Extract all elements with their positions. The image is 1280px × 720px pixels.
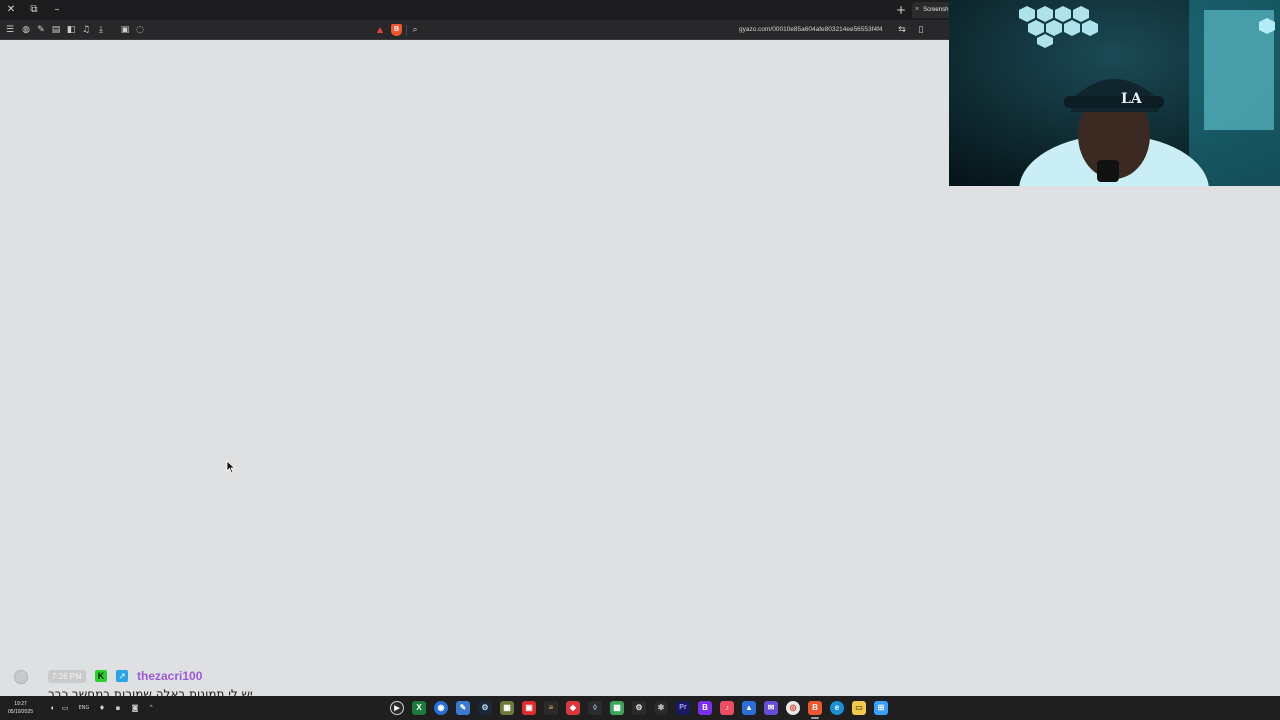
chrome-icon[interactable]: ◎ <box>786 701 800 715</box>
notes-icon[interactable]: ≡ <box>544 701 558 715</box>
warning-icon[interactable]: ▲ <box>375 24 385 36</box>
teams-icon[interactable]: ▩ <box>610 701 624 715</box>
file-explorer-icon[interactable]: ▭ <box>852 701 866 715</box>
tab-title: Screensh <box>923 7 949 13</box>
mail-icon[interactable]: ✉ <box>764 701 778 715</box>
chat-message: 7:26 PM K ↗ thezacri100 <box>12 668 272 686</box>
shield-icon[interactable]: ◍ <box>20 24 32 36</box>
music-icon[interactable]: ♫ <box>80 24 92 36</box>
download-icon[interactable]: ⤓ <box>95 24 107 36</box>
brave-shield-icon[interactable]: B <box>391 24 402 36</box>
search-icon[interactable]: ⌕ <box>409 24 421 36</box>
active-tab[interactable]: × Screensh <box>912 2 952 18</box>
chatgpt-icon[interactable]: ✲ <box>654 701 668 715</box>
purple-app-icon[interactable]: B <box>698 701 712 715</box>
close-tab-icon[interactable]: × <box>915 6 919 13</box>
brave-icon[interactable]: B <box>808 701 822 715</box>
mic-icon[interactable]: ♦ <box>97 703 107 713</box>
tray-expand-icon[interactable]: ⌃ <box>146 703 156 713</box>
video-icon[interactable]: ▣ <box>522 701 536 715</box>
chat-timestamp: 7:26 PM <box>48 670 86 683</box>
volume-icon[interactable]: 🔈︎ <box>48 703 58 713</box>
premiere-icon[interactable]: Pr <box>676 701 690 715</box>
excel-icon[interactable]: X <box>412 701 426 715</box>
settings-gear-icon[interactable]: ⚙ <box>632 701 646 715</box>
minimize-window-icon[interactable]: – <box>50 3 64 17</box>
music-app-icon[interactable]: ♪ <box>720 701 734 715</box>
tray-app-icon[interactable]: ▪ <box>113 703 123 713</box>
tool-icon[interactable]: ◉ <box>434 701 448 715</box>
bookmark-icon[interactable]: ▯ <box>915 24 927 36</box>
new-tab-button[interactable]: + <box>894 3 908 17</box>
steam-icon[interactable]: ⚙ <box>478 701 492 715</box>
windows-taskbar: 19:27 05/10/2025 🔈︎ ▭ ENG ♦ ▪ ◙ ⌃ ▶ X ◉ … <box>0 696 1280 720</box>
close-window-icon[interactable]: ✕ <box>4 3 18 17</box>
taskbar-time: 19:27 <box>14 701 27 707</box>
tray-app-2-icon[interactable]: ◙ <box>130 703 140 713</box>
brave-active-indicator <box>811 717 819 719</box>
editor-icon[interactable]: ✎ <box>456 701 470 715</box>
translate-icon[interactable]: ⇆ <box>896 24 908 36</box>
chat-username: thezacri100 <box>137 669 203 683</box>
webcam-overlay: LA <box>949 0 1280 186</box>
menu-icon[interactable]: ☰ <box>4 24 16 36</box>
start-icon[interactable]: ⊞ <box>874 701 888 715</box>
subscriber-badge-icon: ↗ <box>116 670 128 682</box>
pin-icon[interactable]: ✎ <box>35 24 47 36</box>
reader-icon[interactable]: ▤ <box>50 24 62 36</box>
chat-icon[interactable]: ◌ <box>134 24 146 36</box>
kick-badge-icon: K <box>95 670 107 682</box>
taskbar-date: 05/10/2025 <box>8 709 34 715</box>
sidebar-icon[interactable]: ◧ <box>65 24 77 36</box>
toolbar-divider <box>406 25 407 35</box>
display-icon[interactable]: ▭ <box>60 703 70 713</box>
tool2-icon[interactable]: ◊ <box>588 701 602 715</box>
photos-icon[interactable]: ▲ <box>742 701 756 715</box>
red-app-icon[interactable]: ◆ <box>566 701 580 715</box>
svg-text:LA: LA <box>1121 91 1143 107</box>
game-icon[interactable]: ▦ <box>500 701 514 715</box>
language-indicator[interactable]: ENG <box>76 703 92 713</box>
restore-window-icon[interactable]: ⧉ <box>27 3 41 17</box>
address-bar-url[interactable]: gyazo.com/00010e85a604afe803214ee56553f4… <box>739 26 883 33</box>
tabs-icon[interactable]: ▣ <box>119 24 131 36</box>
taskbar-clock[interactable]: 19:27 05/10/2025 <box>8 700 33 716</box>
chat-avatar <box>14 670 28 684</box>
edge-icon[interactable]: e <box>830 701 844 715</box>
media-player-icon[interactable]: ▶ <box>390 701 404 715</box>
